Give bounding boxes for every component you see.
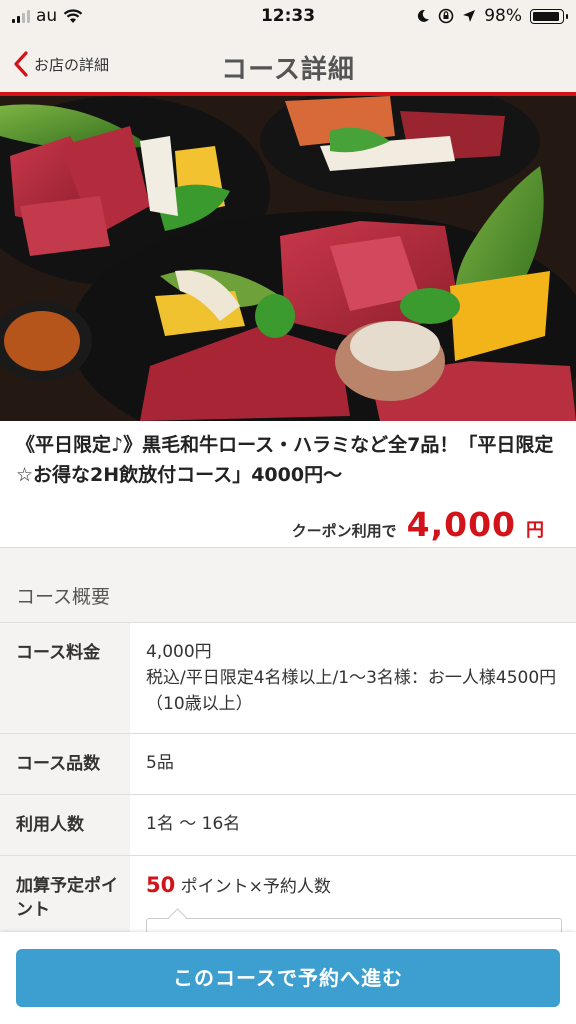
points-label: 加算予定ポイント — [0, 856, 130, 936]
price-unit: 円 — [526, 520, 544, 541]
status-right: 98% — [416, 6, 568, 26]
party-size-label: 利用人数 — [0, 795, 130, 855]
moon-icon — [418, 9, 430, 22]
course-title: 《平日限定♪》黒毛和牛ロース・ハラミなど全7品！「平日限定☆お得な2H飲放付コー… — [16, 434, 554, 486]
battery-percent: 98% — [484, 6, 522, 26]
course-items-value: 5品 — [146, 753, 174, 773]
footer-bar: このコースで予約へ進む — [0, 932, 576, 1024]
coupon-price-label: クーポン利用で — [291, 522, 397, 540]
course-photo — [0, 96, 576, 421]
reserve-course-button[interactable]: このコースで予約へ進む — [16, 949, 560, 1007]
course-price-amount: 4,000円 — [146, 642, 212, 662]
course-summary-heading: コース概要 — [0, 547, 576, 622]
battery-icon — [530, 8, 568, 24]
course-summary-table: コース料金 4,000円 税込/平日限定4名様以上/1〜3名様：お一人様4500… — [0, 622, 576, 936]
party-size-row: 利用人数 1名 〜 16名 — [0, 794, 576, 855]
nav-bar: お店の詳細 コース詳細 — [0, 34, 576, 96]
section-heading-label: コース概要 — [16, 586, 111, 608]
points-number: 50 — [146, 873, 176, 897]
party-size-value: 1名 〜 16名 — [146, 814, 241, 834]
course-photo-illustration — [0, 96, 576, 421]
status-bar: au 12:33 98% — [0, 0, 576, 34]
location-arrow-icon — [463, 10, 476, 22]
coupon-price: クーポン利用で 4,000 円 — [292, 505, 544, 544]
page-title: コース詳細 — [221, 55, 355, 85]
course-price-label: コース料金 — [0, 623, 130, 733]
course-price-row: コース料金 4,000円 税込/平日限定4名様以上/1〜3名様：お一人様4500… — [0, 622, 576, 733]
course-items-label: コース品数 — [0, 734, 130, 794]
price-value: 4,000 — [406, 505, 516, 544]
rotation-lock-icon — [438, 8, 454, 24]
course-price-value: 4,000円 税込/平日限定4名様以上/1〜3名様：お一人様4500円（10歳以… — [130, 623, 576, 733]
course-price-note: 税込/平日限定4名様以上/1〜3名様：お一人様4500円（10歳以上） — [146, 668, 557, 714]
points-suffix: ポイント×予約人数 — [180, 877, 331, 897]
course-items-row: コース品数 5品 — [0, 733, 576, 794]
